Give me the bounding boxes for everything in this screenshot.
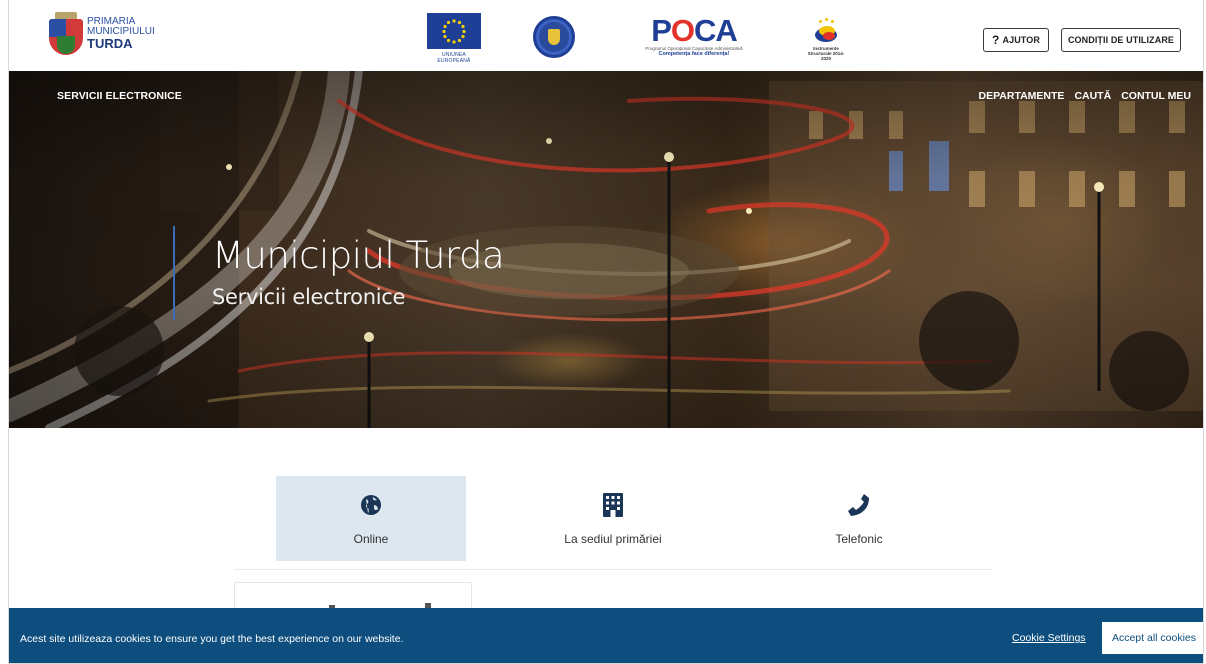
hero-banner: SERVICII ELECTRONICE DEPARTAMENTE CAUTĂ … bbox=[9, 71, 1203, 428]
question-mark-icon: ? bbox=[992, 33, 1000, 47]
instrumente-structurale-logo: Instrumente Structurale 2014-2020 bbox=[803, 18, 849, 61]
government-seal-icon bbox=[533, 16, 575, 58]
eu-flag-icon bbox=[427, 13, 481, 49]
tab-telefonic-label: Telefonic bbox=[835, 532, 883, 546]
tab-telefonic[interactable]: Telefonic bbox=[764, 476, 954, 561]
tab-la-sediul-primariei-label: La sediul primăriei bbox=[564, 532, 662, 546]
poca-logo: POCA Programul Operațional Capacitate Ad… bbox=[643, 13, 745, 57]
logo-text: PRIMARIA MUNICIPIULUI TURDA bbox=[87, 17, 155, 51]
tab-online[interactable]: Online bbox=[276, 476, 466, 561]
turda-logo[interactable]: PRIMARIA MUNICIPIULUI TURDA bbox=[49, 12, 155, 56]
poca-wordmark: POCA bbox=[651, 13, 738, 48]
globe-icon bbox=[358, 492, 384, 518]
top-header: PRIMARIA MUNICIPIULUI TURDA UNIUNEA EURO… bbox=[9, 0, 1203, 71]
page: PRIMARIA MUNICIPIULUI TURDA UNIUNEA EURO… bbox=[8, 0, 1204, 664]
terms-of-use-button[interactable]: CONDIȚII DE UTILIZARE bbox=[1061, 28, 1181, 52]
main-nav: DEPARTAMENTE CAUTĂ CONTUL MEU bbox=[978, 90, 1191, 102]
brand-link-servicii-electronice[interactable]: SERVICII ELECTRONICE bbox=[57, 90, 182, 102]
cookie-settings-link[interactable]: Cookie Settings bbox=[1012, 632, 1086, 644]
cookie-consent-bar: Acest site utilizeaza cookies to ensure … bbox=[9, 608, 1203, 663]
coat-of-arms-icon bbox=[49, 12, 83, 56]
hero-accent-rule bbox=[173, 226, 175, 320]
accept-all-cookies-button[interactable]: Accept all cookies bbox=[1102, 622, 1203, 654]
cookie-message: Acest site utilizeaza cookies to ensure … bbox=[20, 633, 404, 645]
nav-item-departamente[interactable]: DEPARTAMENTE bbox=[978, 90, 1064, 102]
logo-line-3: TURDA bbox=[87, 36, 133, 51]
hero-subtitle: Servicii electronice bbox=[212, 285, 406, 309]
instrumente-caption: Instrumente Structurale 2014-2020 bbox=[807, 46, 845, 61]
building-icon bbox=[600, 492, 626, 518]
service-channel-tabs: Online La sediul primăriei Telefonic bbox=[234, 476, 991, 570]
hero-title: Municipiul Turda bbox=[212, 234, 505, 277]
poca-tagline: Competența face diferența! bbox=[658, 51, 730, 57]
help-button[interactable]: ? AJUTOR bbox=[983, 28, 1049, 52]
eu-logo: UNIUNEA EUROPEANĂ bbox=[427, 13, 481, 64]
eu-caption: UNIUNEA EUROPEANĂ bbox=[437, 52, 471, 64]
phone-icon bbox=[846, 492, 872, 518]
tab-online-label: Online bbox=[353, 532, 389, 546]
instrumente-structurale-icon bbox=[811, 18, 841, 46]
help-label: AJUTOR bbox=[1002, 35, 1040, 45]
tab-la-sediul-primariei[interactable]: La sediul primăriei bbox=[518, 476, 708, 561]
nav-item-cauta[interactable]: CAUTĂ bbox=[1074, 90, 1111, 102]
nav-item-contul-meu[interactable]: CONTUL MEU bbox=[1121, 90, 1191, 102]
